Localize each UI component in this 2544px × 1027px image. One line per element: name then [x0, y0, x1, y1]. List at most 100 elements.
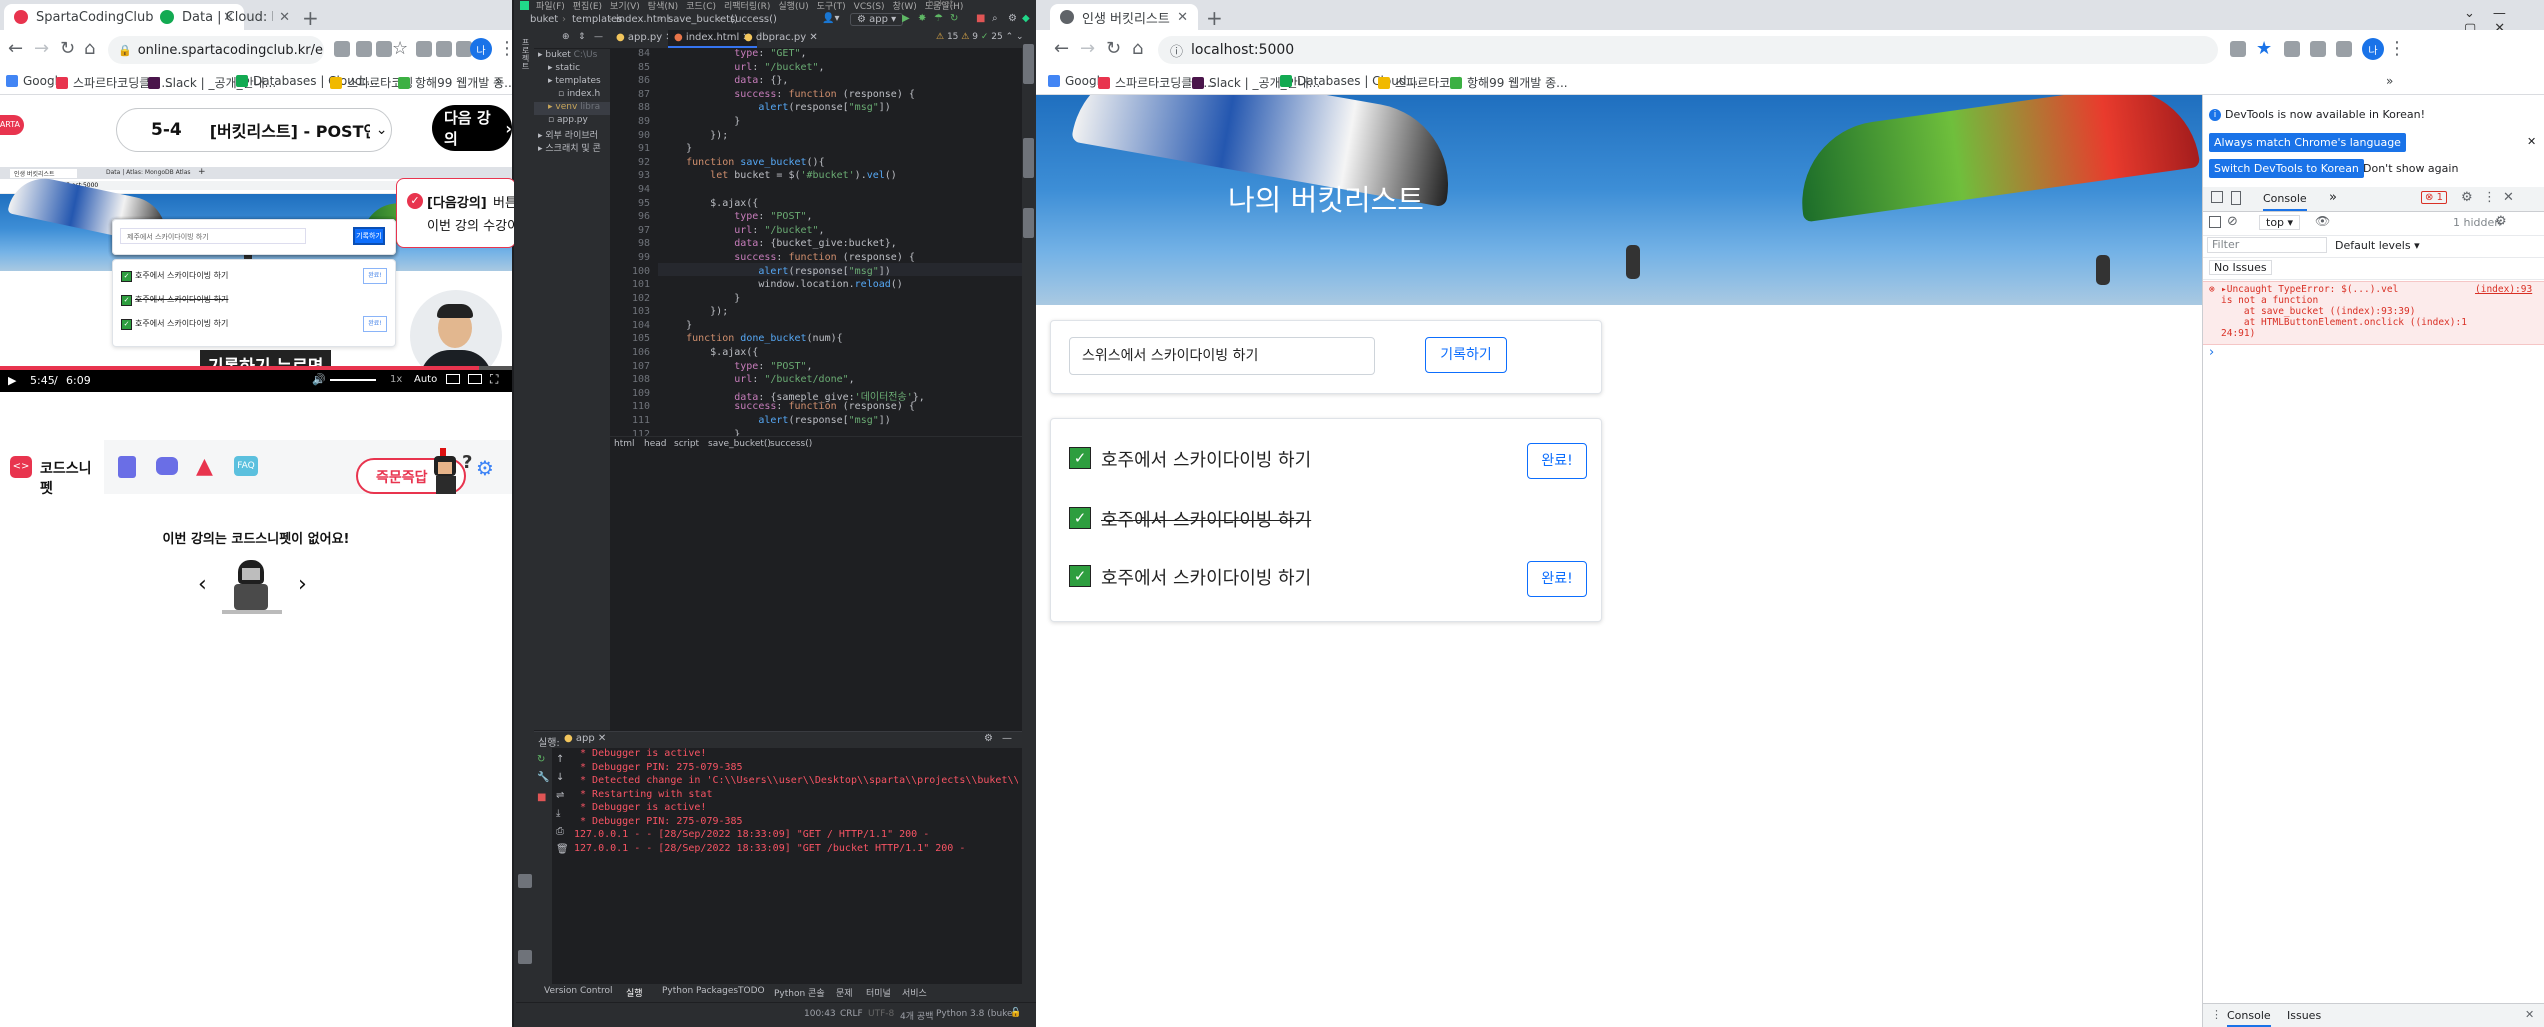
eye-icon[interactable]: 👁	[2315, 214, 2330, 228]
ide-menu-item[interactable]: 보기(V)	[610, 2, 640, 12]
sidebar-icon[interactable]	[2209, 216, 2221, 228]
rerun-icon[interactable]: ↻	[537, 754, 545, 765]
quality-button[interactable]: Auto	[414, 374, 437, 385]
menu-icon[interactable]: ⋮	[498, 38, 512, 59]
tab-run[interactable]: 실행	[626, 986, 643, 999]
lock-icon[interactable]: 🔓	[1010, 1008, 1021, 1018]
settings-icon[interactable]: ⚙	[1008, 13, 1017, 24]
console-error-message[interactable]: ⊗ ▸Uncaught TypeError: $(...).vel (index…	[2203, 281, 2544, 345]
progress-track[interactable]	[0, 366, 512, 370]
done-button[interactable]: 완료!	[363, 268, 387, 284]
ide-menu-item[interactable]: 창(W)	[893, 2, 917, 12]
project-tool-icon[interactable]: 프로젝트	[519, 38, 531, 88]
video-bucket-input[interactable]: 제주에서 스카이다이빙 하기	[120, 228, 306, 244]
tree-item[interactable]: ▫ app.py	[534, 115, 610, 128]
locate-icon[interactable]: ⊕	[562, 32, 570, 42]
volume-icon[interactable]: 🔊	[312, 373, 326, 386]
document-icon[interactable]	[118, 456, 136, 478]
print-icon[interactable]: ⎙	[556, 826, 564, 837]
inspect-icon[interactable]	[2211, 191, 2223, 203]
scroll-end-icon[interactable]: ⤓	[556, 808, 560, 819]
settings-icon[interactable]: ⚙	[2461, 190, 2473, 205]
media-icon[interactable]	[2310, 41, 2326, 57]
next-arrow[interactable]: ›	[298, 572, 307, 597]
status-interpreter[interactable]: Python 3.8 (buket)	[936, 1009, 1020, 1019]
tree-item[interactable]: ▫ index.h	[534, 89, 610, 102]
forward-icon[interactable]: →	[34, 38, 49, 59]
search-icon[interactable]: ⌕	[992, 13, 998, 24]
cb-save-bucket[interactable]: save_bucket()	[708, 439, 771, 449]
new-tab-icon[interactable]: +	[1206, 6, 1223, 30]
console-prompt[interactable]: ›	[2209, 345, 2214, 360]
tree-item[interactable]: ▸ static	[534, 63, 610, 76]
crumb-function[interactable]: save_bucket()	[668, 14, 738, 25]
tab-version-control[interactable]: Version Control	[544, 986, 613, 996]
tab-console[interactable]: Console	[2263, 192, 2307, 211]
device-icon[interactable]	[2231, 191, 2241, 205]
banner-close-icon[interactable]: ✕	[2527, 135, 2536, 148]
star-icon[interactable]: ☆	[392, 38, 408, 59]
crumb-templates[interactable]: templates	[572, 14, 622, 25]
fullscreen-icon[interactable]: ⛶	[490, 372, 498, 387]
ide-menu-item[interactable]: 편집(E)	[573, 2, 602, 12]
ide-menu-item[interactable]: 파일(F)	[536, 2, 565, 12]
ide-menu-item[interactable]: VCS(S)	[854, 2, 885, 12]
up-icon[interactable]: ↑	[556, 754, 564, 765]
cb-html[interactable]: html	[614, 439, 635, 449]
inspection-widget[interactable]: ⚠ 15 ⚠ 9 ✓ 25 ⌃ ⌄	[936, 32, 1022, 42]
volume-slider[interactable]	[330, 379, 376, 381]
ide-menu-item[interactable]: 탐색(N)	[648, 2, 678, 12]
debug-icon[interactable]: ✸	[918, 13, 926, 24]
drawer-close-icon[interactable]: ✕	[2525, 1008, 2534, 1021]
video-record-button[interactable]: 기록하기	[353, 227, 385, 245]
tab-problems[interactable]: 문제	[836, 986, 853, 999]
bookmarks-more[interactable]: »	[2386, 74, 2393, 88]
bookmark-folder[interactable]: 스파르타코딩	[1378, 74, 1461, 91]
tree-item[interactable]: ▸ templates	[534, 76, 610, 89]
lesson-selector[interactable]: 5-4 [버킷리스트] - POST연습(기록하기 ⌄	[116, 108, 392, 152]
no-issues-button[interactable]: No Issues	[2209, 260, 2272, 275]
stop-icon[interactable]: ■	[976, 13, 985, 24]
pip-icon[interactable]	[468, 374, 482, 384]
run-config-selector[interactable]: ⚙ app ▾	[850, 13, 904, 26]
wrap-icon[interactable]: ⇌	[556, 790, 564, 801]
tab-dbprac-py[interactable]: ● dbprac.py ✕	[738, 30, 824, 48]
ide-menu-item[interactable]: 코드(C)	[686, 2, 716, 12]
sidepanel-icon[interactable]	[2336, 41, 2352, 57]
translate-icon[interactable]	[334, 41, 350, 57]
run-tab[interactable]: ● app ✕	[564, 733, 606, 744]
tab-terminal[interactable]: 터미널	[866, 986, 891, 999]
status-line-ending[interactable]: CRLF	[840, 1009, 863, 1019]
zoom-icon[interactable]	[356, 41, 372, 57]
bookmarks-more[interactable]: »	[495, 74, 502, 88]
tree-item[interactable]: ▸ buket C:\Us	[534, 50, 610, 63]
extensions-icon[interactable]	[416, 41, 432, 57]
error-badge[interactable]: ⊗ 1	[2421, 191, 2447, 204]
kebab-icon[interactable]: ⋮	[2483, 190, 2496, 205]
console-settings-icon[interactable]: ⚙	[2495, 214, 2507, 229]
address-bar[interactable]: ⓘ localhost:5000	[1158, 36, 2218, 64]
drawer-tab-console[interactable]: Console	[2227, 1009, 2271, 1027]
cb-head[interactable]: head	[644, 439, 666, 449]
notifications-tool-icon[interactable]	[1023, 208, 1034, 238]
done-button[interactable]: 완료!	[363, 316, 387, 332]
star-filled-icon[interactable]: ★	[2256, 38, 2272, 59]
tab-services[interactable]: 서비스	[902, 986, 927, 999]
help-icon[interactable]: ?	[462, 452, 472, 473]
profile-avatar[interactable]: 나	[2362, 38, 2384, 60]
status-indent[interactable]: 4개 공백	[900, 1009, 933, 1022]
status-position[interactable]: 100:43	[804, 1009, 836, 1019]
tree-item[interactable]: ▸ 스크래치 및 콘	[534, 141, 610, 154]
coverage-icon[interactable]: ☂	[934, 13, 943, 24]
next-lesson-button[interactable]: 다음 강의 ›	[432, 105, 512, 151]
cb-success[interactable]: success()	[770, 439, 812, 449]
share-icon[interactable]	[2230, 41, 2246, 57]
done-button[interactable]: 완료!	[1527, 443, 1587, 479]
tab-python-console[interactable]: Python 콘솔	[774, 986, 825, 999]
tree-item[interactable]: ▸ venv libra	[534, 102, 610, 115]
crumb-project[interactable]: buket	[530, 14, 558, 25]
down-icon[interactable]: ↓	[556, 772, 564, 783]
jetbrains-icon[interactable]: ◆	[1022, 13, 1030, 24]
tab-bucketlist[interactable]: 인생 버킷리스트 ✕	[1050, 4, 1198, 30]
reload-icon[interactable]: ↻	[1106, 38, 1121, 59]
